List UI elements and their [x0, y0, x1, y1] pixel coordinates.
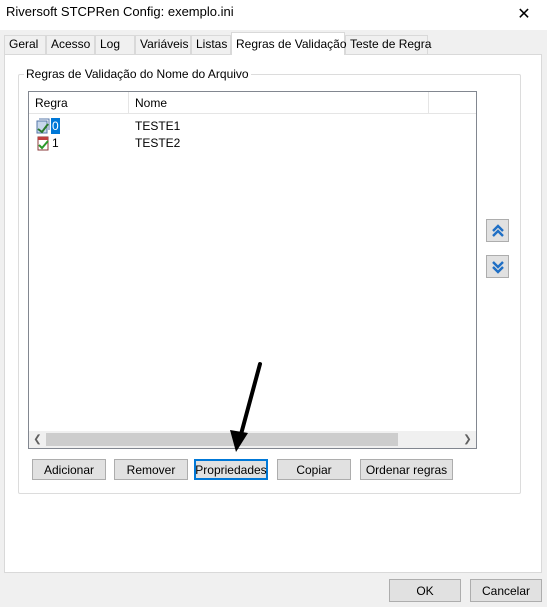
tab-listas[interactable]: Listas	[191, 35, 231, 54]
window-title: Riversoft STCPRen Config: exemplo.ini	[6, 4, 234, 19]
scroll-left-icon[interactable]: ❮	[29, 431, 46, 448]
title-bar: Riversoft STCPRen Config: exemplo.ini ✕	[0, 0, 547, 30]
tab-regras-de-validacao[interactable]: Regras de Validação	[231, 32, 347, 55]
rules-group-box: Regras de Validação do Nome do Arquivo R…	[18, 67, 521, 494]
rule-id: 0	[51, 118, 60, 134]
rules-list-view[interactable]: Regra Nome 0 TESTE1 1 TESTE2 ❮ ❯	[28, 91, 477, 449]
move-up-button[interactable]	[486, 219, 509, 242]
list-item[interactable]: 0 TESTE1	[29, 118, 476, 135]
close-icon: ✕	[517, 6, 531, 23]
move-down-button[interactable]	[486, 255, 509, 278]
copy-button[interactable]: Copiar	[277, 459, 351, 480]
scroll-thumb[interactable]	[46, 433, 398, 446]
tab-strip: Geral Acesso Log Variáveis Listas Regras…	[4, 32, 542, 55]
add-button[interactable]: Adicionar	[32, 459, 106, 480]
move-up-icon	[491, 223, 504, 237]
cancel-button[interactable]: Cancelar	[470, 579, 542, 602]
close-button[interactable]: ✕	[501, 0, 547, 28]
rule-name: TESTE1	[135, 119, 181, 133]
tab-log[interactable]: Log	[95, 35, 135, 54]
tab-geral[interactable]: Geral	[4, 35, 46, 54]
scroll-right-icon[interactable]: ❯	[459, 431, 476, 448]
column-header-regra[interactable]: Regra	[29, 92, 129, 114]
tab-page-regras: Regras de Validação do Nome do Arquivo R…	[4, 54, 542, 573]
sort-rules-button[interactable]: Ordenar regras	[360, 459, 453, 480]
ok-button[interactable]: OK	[389, 579, 461, 602]
group-legend: Regras de Validação do Nome do Arquivo	[24, 67, 251, 81]
rule-name: TESTE2	[135, 136, 181, 150]
rule-document-icon	[35, 118, 51, 134]
remove-button[interactable]: Remover	[114, 459, 188, 480]
rule-checked-icon	[35, 135, 51, 151]
tab-acesso[interactable]: Acesso	[46, 35, 95, 54]
horizontal-scrollbar[interactable]: ❮ ❯	[29, 431, 476, 448]
column-header-nome[interactable]: Nome	[129, 92, 429, 114]
rule-id: 1	[52, 136, 59, 150]
tab-variaveis[interactable]: Variáveis	[135, 35, 191, 54]
properties-button[interactable]: Propriedades	[194, 459, 268, 480]
tab-teste-de-regra[interactable]: Teste de Regra	[345, 35, 431, 54]
move-down-icon	[491, 260, 504, 274]
list-header: Regra Nome	[29, 92, 476, 114]
list-item[interactable]: 1 TESTE2	[29, 135, 476, 152]
